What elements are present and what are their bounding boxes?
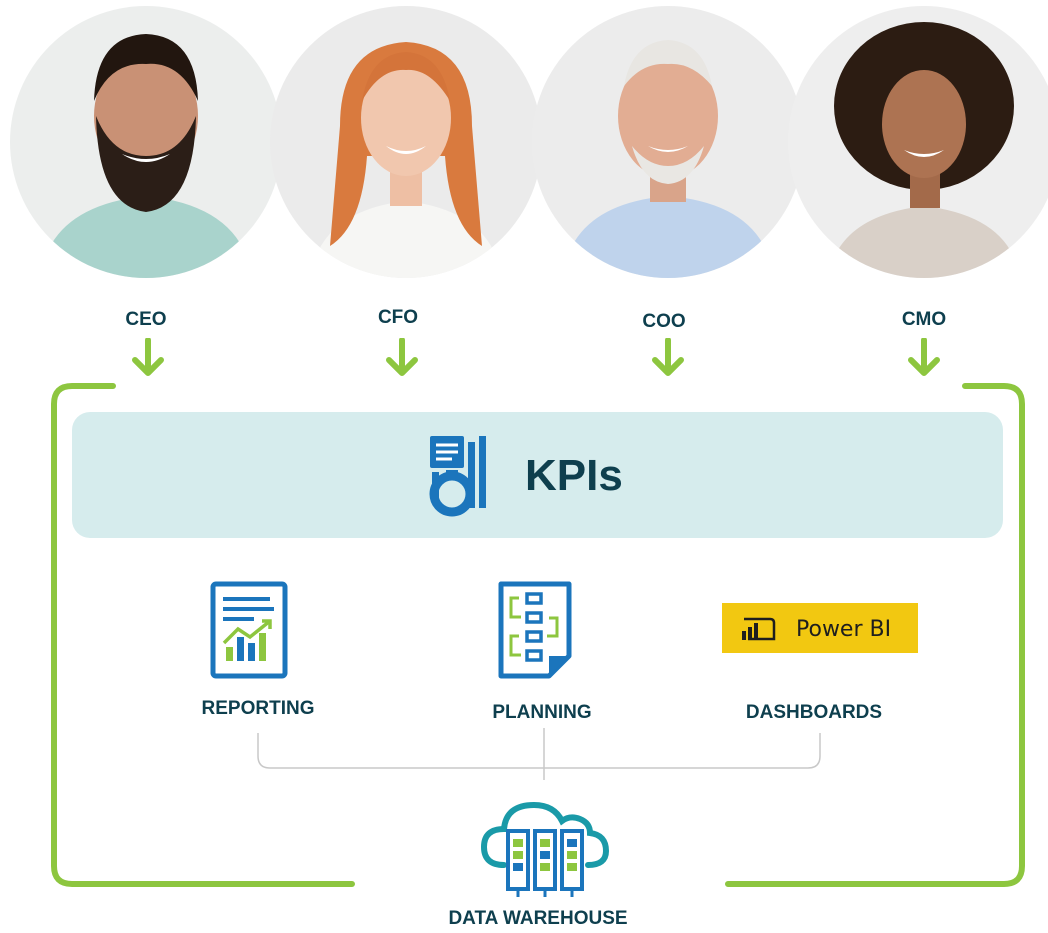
dashboards-label: DASHBOARDS bbox=[745, 702, 883, 723]
reporting-label: REPORTING bbox=[201, 698, 315, 719]
powerbi-logo: Power BI bbox=[722, 603, 918, 653]
data-warehouse-label: DATA WAREHOUSE bbox=[448, 908, 628, 929]
workflow-document-icon bbox=[498, 581, 572, 679]
powerbi-icon bbox=[742, 617, 776, 641]
report-chart-icon bbox=[210, 581, 288, 679]
kpi-title: KPIs bbox=[525, 451, 623, 500]
planning-label: PLANNING bbox=[492, 702, 592, 723]
powerbi-logo-text: Power BI bbox=[796, 616, 892, 642]
kpi-report-icon bbox=[429, 436, 486, 517]
cloud-server-icon bbox=[480, 801, 610, 897]
